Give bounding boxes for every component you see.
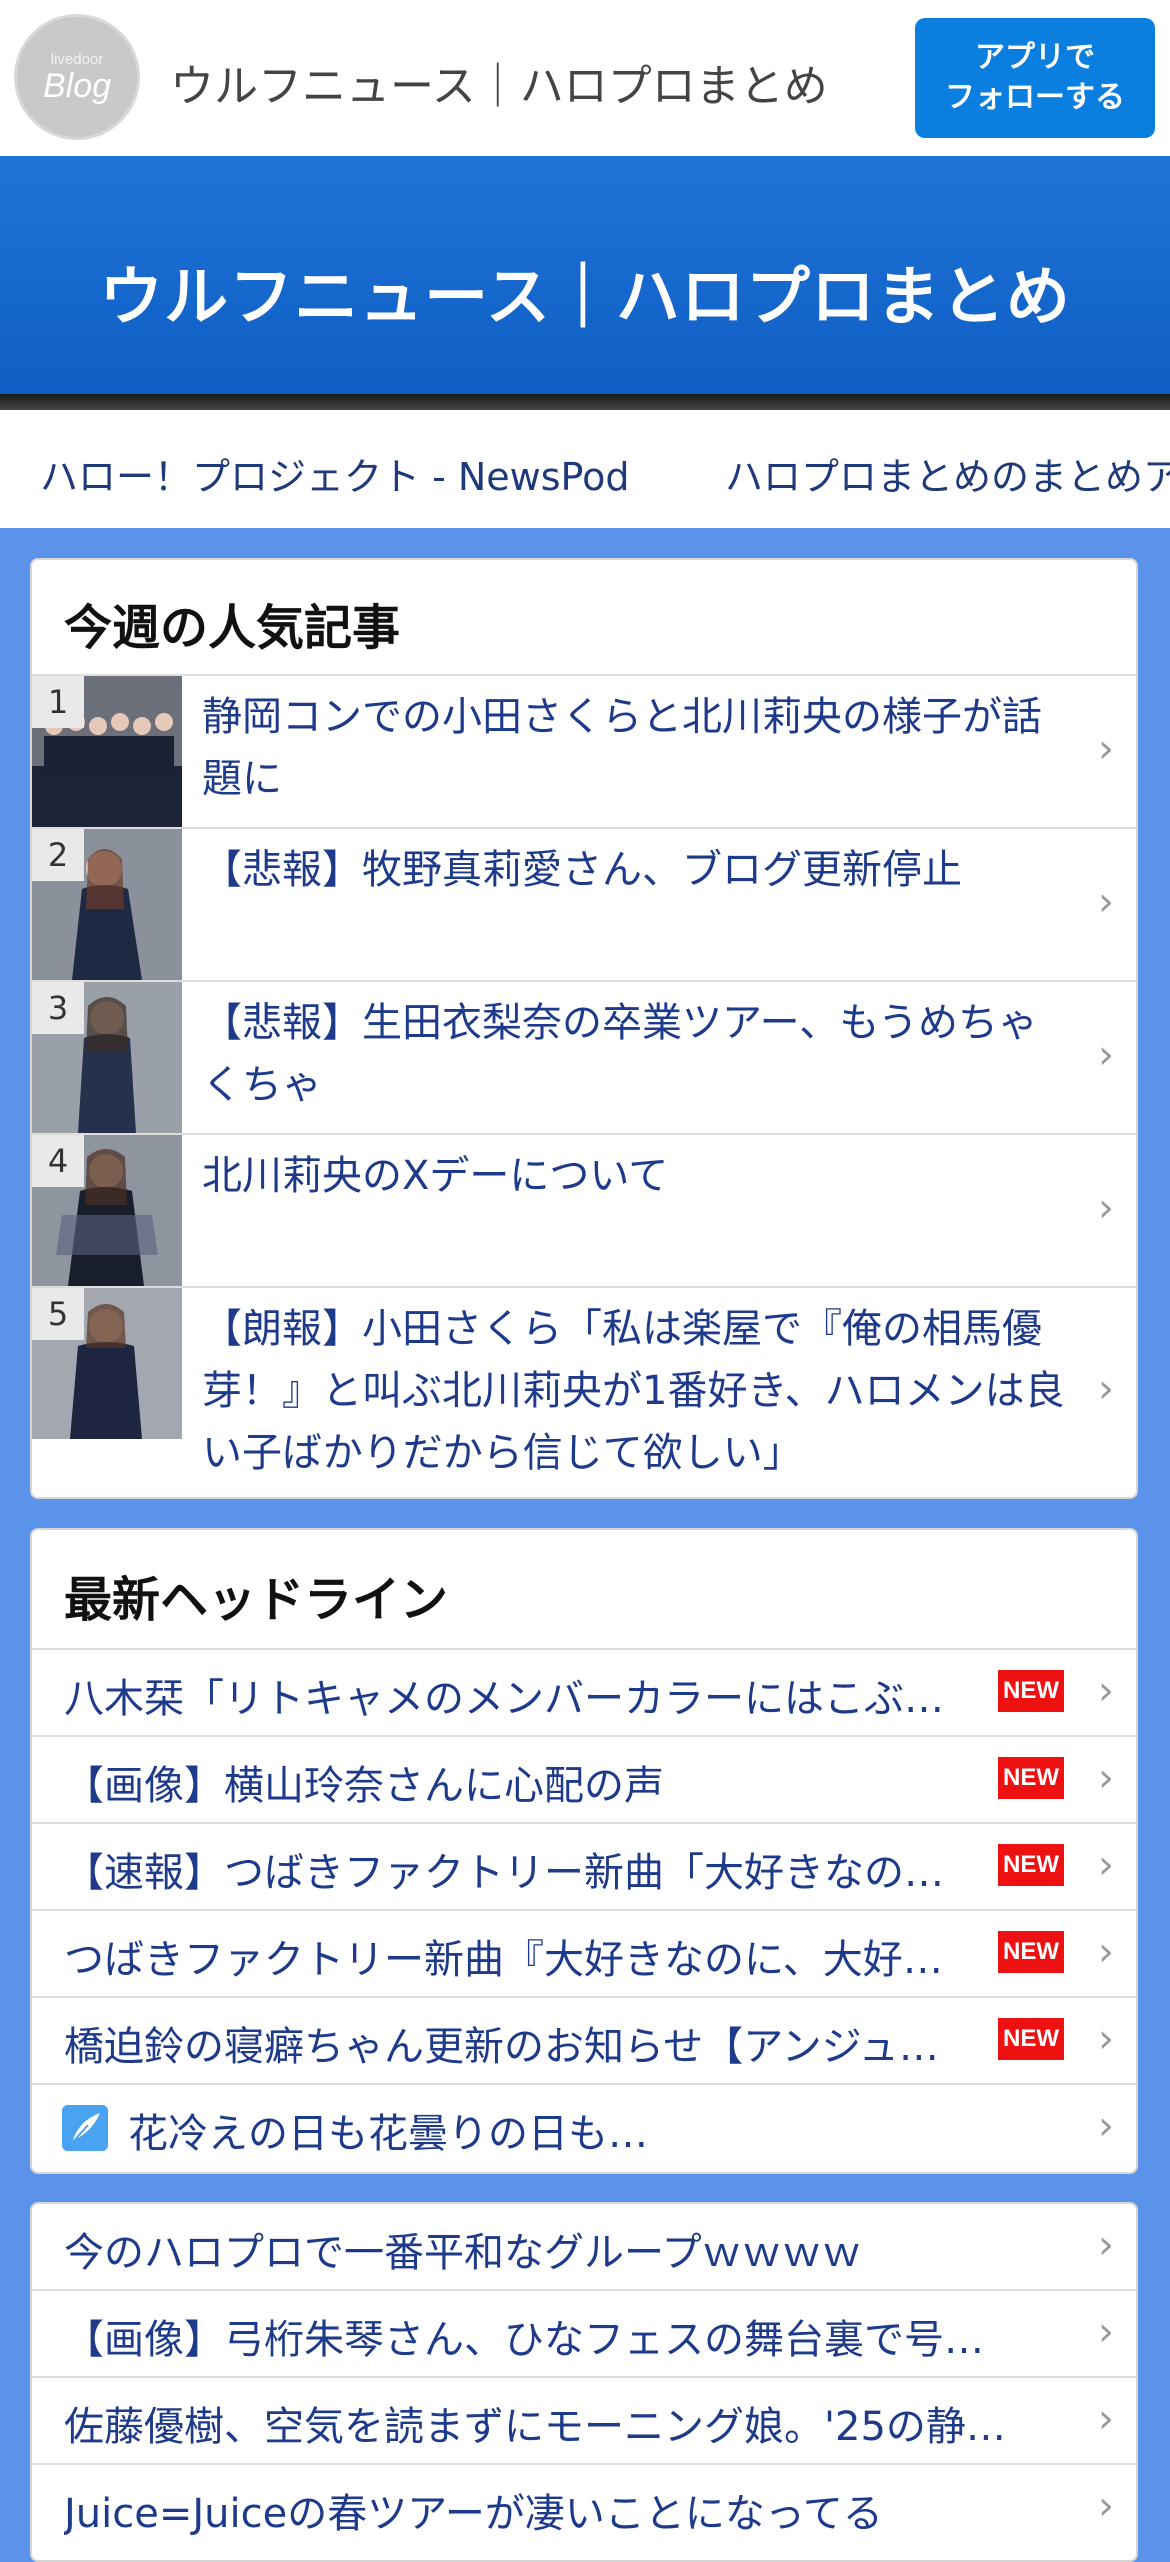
headline-title: 【画像】横山玲奈さんに心配の声 <box>64 1763 664 1809</box>
new-badge: NEW <box>998 1931 1064 1973</box>
headline-item[interactable]: 八木栞「リトキャメのメンバーカラーにはこぶしとか… NEW › <box>32 1650 1136 1737</box>
chevron-right-icon: › <box>1098 2103 1114 2149</box>
new-badge: NEW <box>998 1670 1064 1712</box>
article-item[interactable]: 【画像】弓桁朱琴さん、ひなフェスの舞台裏で号泣… › <box>32 2291 1136 2378</box>
logo-small-text: livedoor <box>50 51 104 68</box>
headline-item[interactable]: 【画像】横山玲奈さんに心配の声 NEW › <box>32 1737 1136 1824</box>
banner-divider <box>0 394 1170 410</box>
follow-in-app-button[interactable]: アプリで フォローする <box>915 18 1155 138</box>
chevron-right-icon: › <box>1098 1929 1114 1975</box>
banner-title: ウルフニュース｜ハロプロまとめ <box>99 261 1071 335</box>
livedoor-blog-logo[interactable]: livedoor Blog <box>14 14 140 140</box>
rank-number: 3 <box>32 982 84 1034</box>
headline-title: 花冷えの日も花曇りの日も… <box>128 2111 648 2157</box>
popular-item[interactable]: 1 静岡コンでの小田さくらと北川莉央の様子が話題に › <box>32 676 1136 829</box>
site-name[interactable]: ウルフニュース｜ハロプロまとめ <box>170 50 828 114</box>
article-title: Juice=Juiceの春ツアーが凄いことになってる <box>64 2491 883 2537</box>
headline-title: 八木栞「リトキャメのメンバーカラーにはこぶしとか… <box>64 1676 964 1722</box>
headline-title: 橋迫鈴の寝癖ちゃん更新のお知らせ【アンジュルム… <box>64 2024 964 2070</box>
popular-item[interactable]: 3 【悲報】生田衣梨奈の卒業ツアー、もうめちゃくちゃ › <box>32 982 1136 1135</box>
new-badge: NEW <box>998 2018 1064 2060</box>
new-badge: NEW <box>998 1757 1064 1799</box>
article-title: 佐藤優樹、空気を読まずにモーニング娘。'25の静岡… <box>64 2404 1014 2450</box>
headline-item[interactable]: 花冷えの日も花曇りの日も… › <box>32 2085 1136 2172</box>
follow-label-line2: フォローする <box>945 80 1125 115</box>
chevron-right-icon: › <box>1098 1668 1114 1714</box>
chevron-right-icon: › <box>1098 726 1114 772</box>
headline-item[interactable]: 橋迫鈴の寝癖ちゃん更新のお知らせ【アンジュルム… NEW › <box>32 1998 1136 2085</box>
rank-number: 2 <box>32 829 84 881</box>
chevron-right-icon: › <box>1098 2016 1114 2062</box>
headlines-title: 最新ヘッドライン <box>32 1530 1136 1650</box>
chevron-right-icon: › <box>1098 1366 1114 1412</box>
chevron-right-icon: › <box>1098 1755 1114 1801</box>
link-antenna[interactable]: ハロプロまとめのまとめアンテナ <box>725 446 1170 501</box>
rank-number: 4 <box>32 1135 84 1187</box>
popular-title: 今週の人気記事 <box>32 560 1136 676</box>
popular-item[interactable]: 5 【朗報】小田さくら「私は楽屋で『俺の相馬優芽！』と叫ぶ北川莉央が1番好き、ハ… <box>32 1288 1136 1497</box>
more-articles-card: 今のハロプロで一番平和なグループｗｗｗｗ › 【画像】弓桁朱琴さん、ひなフェスの… <box>30 2202 1138 2562</box>
popular-item[interactable]: 4 北川莉央のXデーについて › <box>32 1135 1136 1288</box>
article-item[interactable]: 今のハロプロで一番平和なグループｗｗｗｗ › <box>32 2204 1136 2291</box>
link-newspod[interactable]: ハロー！プロジェクト - NewsPod <box>40 446 629 501</box>
rank-number: 5 <box>32 1288 84 1340</box>
link-strip: ハロー！プロジェクト - NewsPod ハロプロまとめのまとめアンテナ <box>0 410 1170 528</box>
chevron-right-icon: › <box>1098 1032 1114 1078</box>
chevron-right-icon: › <box>1098 1185 1114 1231</box>
popular-item-title: 【悲報】生田衣梨奈の卒業ツアー、もうめちゃくちゃ <box>202 1000 1038 1108</box>
popular-item-title: 北川莉央のXデーについて <box>202 1153 669 1199</box>
rank-number: 1 <box>32 676 84 728</box>
chevron-right-icon: › <box>1098 2309 1114 2355</box>
article-title: 今のハロプロで一番平和なグループｗｗｗｗ <box>64 2230 862 2276</box>
article-item[interactable]: 佐藤優樹、空気を読まずにモーニング娘。'25の静岡… › <box>32 2378 1136 2465</box>
chevron-right-icon: › <box>1098 2222 1114 2268</box>
headline-item[interactable]: つばきファクトリー新曲『大好きなのに、大好きな… NEW › <box>32 1911 1136 1998</box>
article-title: 【画像】弓桁朱琴さん、ひなフェスの舞台裏で号泣… <box>64 2317 1014 2363</box>
popular-articles-card: 今週の人気記事 1 静岡コンでの小田さくらと北川莉央の様子が話題に › 2 【悲… <box>30 558 1138 1499</box>
popular-item-title: 静岡コンでの小田さくらと北川莉央の様子が話題に <box>202 694 1042 802</box>
headline-title: 【速報】つばきファクトリー新曲「大好きなのに、大… <box>64 1850 964 1896</box>
headline-title: つばきファクトリー新曲『大好きなのに、大好きな… <box>64 1937 964 1983</box>
latest-headlines-card: 最新ヘッドライン 八木栞「リトキャメのメンバーカラーにはこぶしとか… NEW ›… <box>30 1528 1138 2174</box>
chevron-right-icon: › <box>1098 1842 1114 1888</box>
article-item[interactable]: Juice=Juiceの春ツアーが凄いことになってる › <box>32 2465 1136 2552</box>
headline-item[interactable]: 【速報】つばきファクトリー新曲「大好きなのに、大… NEW › <box>32 1824 1136 1911</box>
popular-item-title: 【朗報】小田さくら「私は楽屋で『俺の相馬優芽！』と叫ぶ北川莉央が1番好き、ハロメ… <box>202 1306 1065 1476</box>
chevron-right-icon: › <box>1098 2396 1114 2442</box>
popular-item[interactable]: 2 【悲報】牧野真莉愛さん、ブログ更新停止 › <box>32 829 1136 982</box>
header-banner[interactable]: ウルフニュース｜ハロプロまとめ <box>0 156 1170 394</box>
feather-icon <box>62 2105 108 2151</box>
chevron-right-icon: › <box>1098 879 1114 925</box>
top-bar: livedoor Blog ウルフニュース｜ハロプロまとめ アプリで フォローす… <box>0 0 1170 156</box>
popular-item-title: 【悲報】牧野真莉愛さん、ブログ更新停止 <box>202 847 962 893</box>
follow-label-line1: アプリで <box>975 40 1095 75</box>
logo-big-text: Blog <box>42 67 112 105</box>
chevron-right-icon: › <box>1098 2483 1114 2529</box>
new-badge: NEW <box>998 1844 1064 1886</box>
